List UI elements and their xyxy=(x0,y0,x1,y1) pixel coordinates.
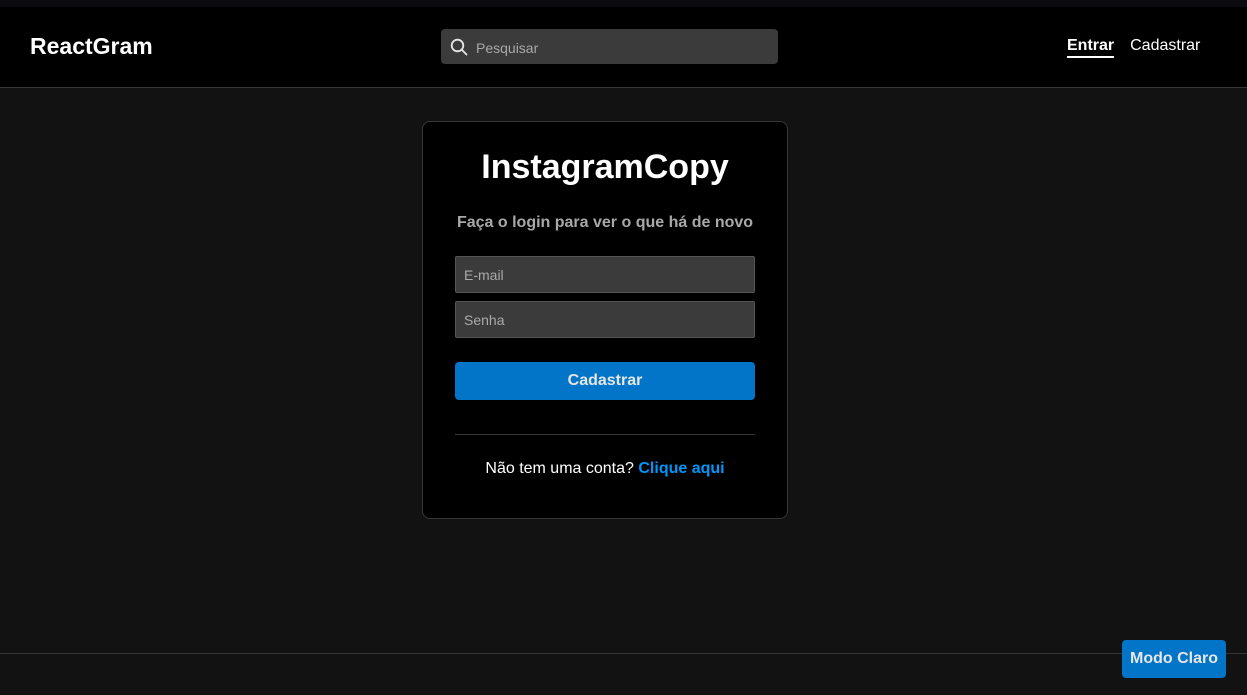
navbar: ReactGram Entrar Cadastrar xyxy=(0,7,1247,88)
nav-link-cadastrar[interactable]: Cadastrar xyxy=(1130,37,1200,58)
divider xyxy=(455,434,755,435)
signup-prompt-line: Não tem uma conta? Clique aqui xyxy=(423,460,787,478)
login-card: InstagramCopy Faça o login para ver o qu… xyxy=(422,121,788,519)
top-strip xyxy=(0,0,1247,7)
footer xyxy=(0,653,1247,695)
email-field[interactable] xyxy=(455,256,755,293)
nav-link-entrar[interactable]: Entrar xyxy=(1067,37,1115,58)
submit-button[interactable]: Cadastrar xyxy=(455,362,755,400)
search-bar[interactable] xyxy=(441,29,778,66)
signup-prompt-text: Não tem uma conta? xyxy=(485,460,634,477)
password-field[interactable] xyxy=(455,301,755,338)
search-input[interactable] xyxy=(474,29,768,66)
signup-link[interactable]: Clique aqui xyxy=(638,460,724,477)
theme-toggle-button[interactable]: Modo Claro xyxy=(1122,640,1226,678)
login-subtitle: Faça o login para ver o que há de novo xyxy=(456,214,754,231)
login-title: InstagramCopy xyxy=(481,148,729,186)
nav-links: Entrar Cadastrar xyxy=(1067,37,1200,58)
brand-logo[interactable]: ReactGram xyxy=(30,33,153,60)
search-icon xyxy=(450,38,468,56)
